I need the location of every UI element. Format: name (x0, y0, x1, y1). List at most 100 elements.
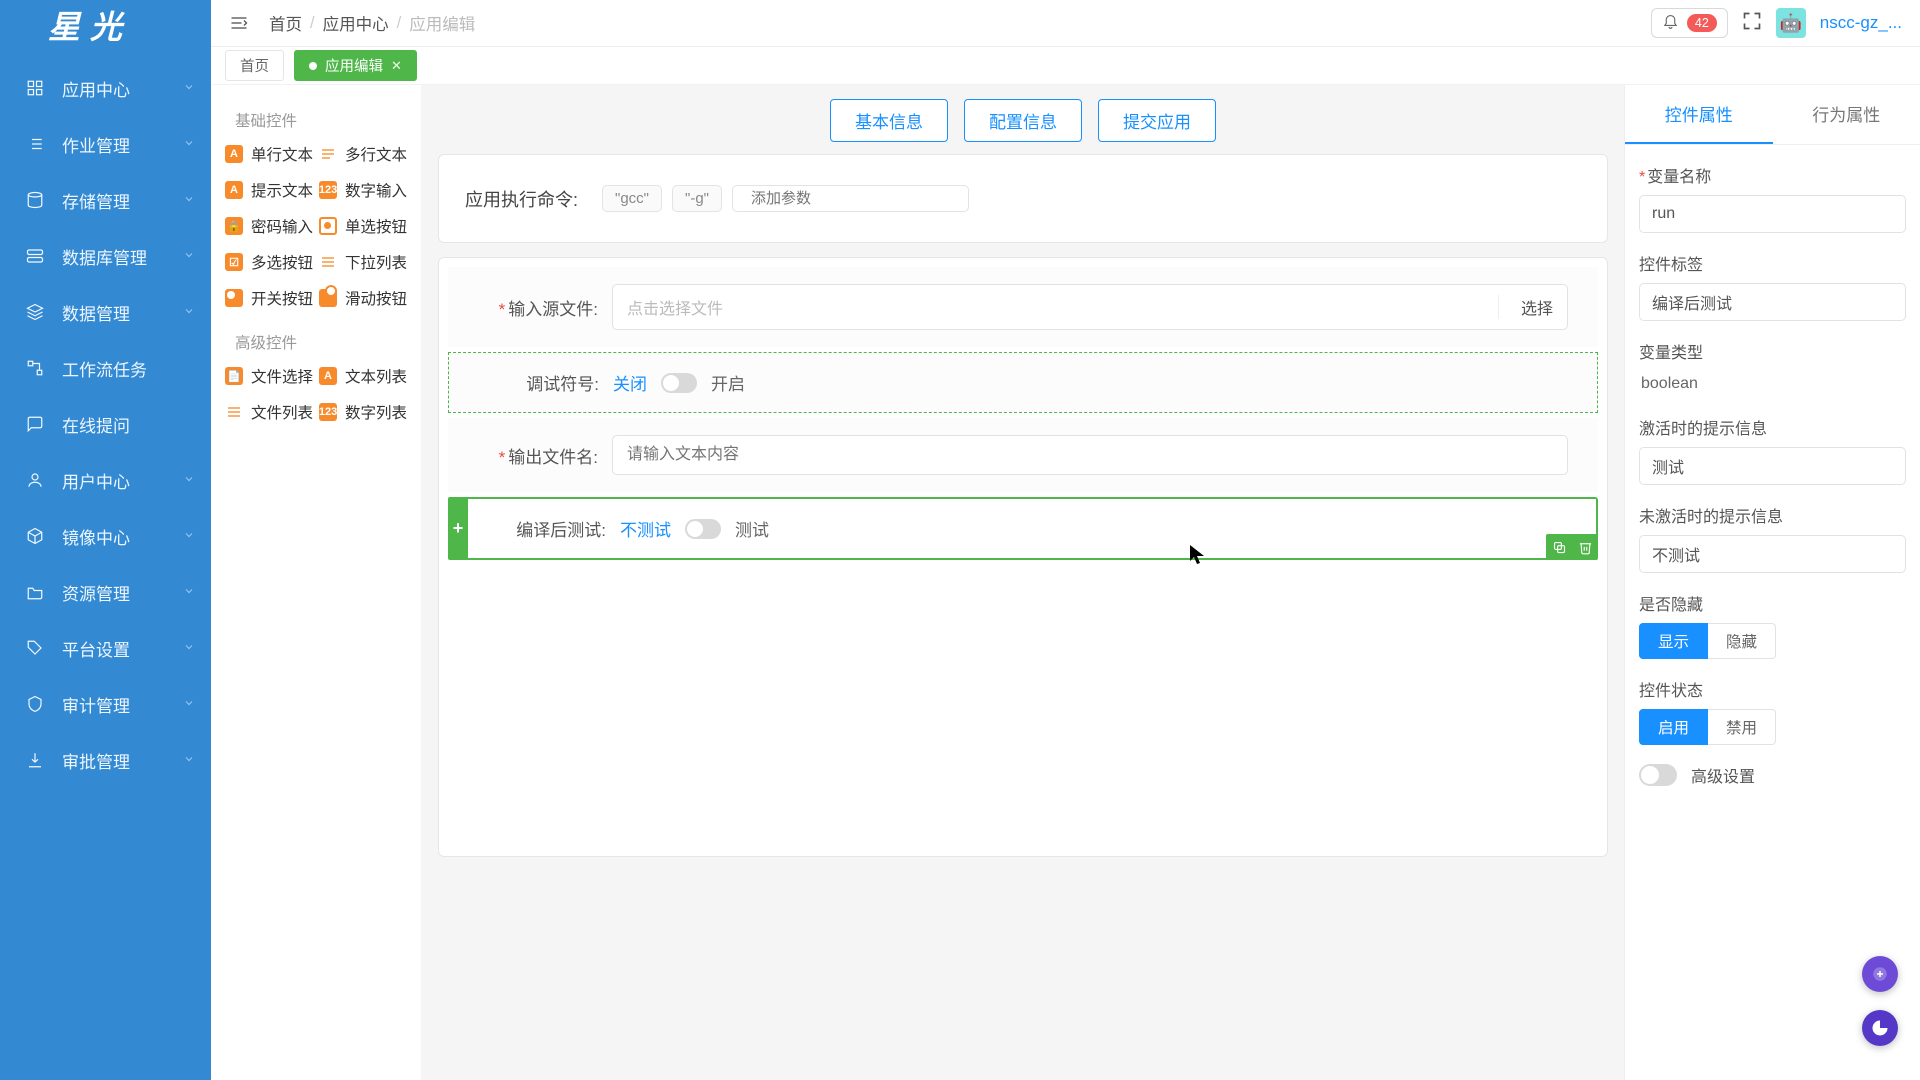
nav-approval[interactable]: 审批管理 (0, 732, 211, 788)
properties-tab-behavior[interactable]: 行为属性 (1773, 85, 1920, 144)
field-input-source[interactable]: *输入源文件: 点击选择文件 选择 (448, 267, 1598, 347)
nav-storage[interactable]: 存储管理 (0, 172, 211, 228)
text-a-icon: A (319, 367, 337, 385)
widget-switch[interactable]: 开关按钮 (225, 287, 313, 309)
widget-label: 多行文本 (345, 143, 407, 165)
properties-panel: 控件属性 行为属性 *变量名称 控件标签 变量类型 boolean 激活时的提示… (1624, 85, 1920, 1080)
state-enable-button[interactable]: 启用 (1639, 709, 1708, 745)
nav-resource[interactable]: 资源管理 (0, 564, 211, 620)
notification-button[interactable]: 42 (1651, 8, 1728, 38)
hidden-hide-button[interactable]: 隐藏 (1708, 623, 1776, 659)
sidebar-collapse-button[interactable] (229, 13, 249, 33)
chevron-down-icon (183, 694, 195, 714)
widget-slider[interactable]: 滑动按钮 (319, 287, 407, 309)
prop-label-inactivehint: 未激活时的提示信息 (1639, 503, 1906, 527)
avatar[interactable]: 🤖 (1776, 8, 1806, 38)
tag-icon (24, 637, 46, 659)
command-chip[interactable]: "-g" (672, 185, 722, 212)
toggle-off-label: 不测试 (620, 516, 671, 541)
widget-password[interactable]: 🔒密码输入 (225, 215, 313, 237)
chevron-down-icon (183, 526, 195, 546)
widget-label: 单行文本 (251, 143, 313, 165)
widget-text-list[interactable]: A 文本列表 (319, 365, 407, 387)
field-debug-flag[interactable]: 调试符号: 关闭 开启 (448, 352, 1598, 413)
file-input[interactable]: 点击选择文件 选择 (612, 284, 1568, 330)
prop-label-vartype: 变量类型 (1639, 339, 1906, 363)
nav-label: 作业管理 (62, 132, 130, 157)
nav-label: 用户中心 (62, 468, 130, 493)
field-output-name[interactable]: *输出文件名: (448, 418, 1598, 492)
nav-images[interactable]: 镜像中心 (0, 508, 211, 564)
nav-app-center[interactable]: 应用中心 (0, 60, 211, 116)
nav-settings[interactable]: 平台设置 (0, 620, 211, 676)
output-input[interactable] (612, 435, 1568, 475)
nav-online-qa[interactable]: 在线提问 (0, 396, 211, 452)
widget-multi-text[interactable]: 多行文本 (319, 143, 407, 165)
breadcrumb-mid[interactable]: 应用中心 (323, 11, 389, 35)
nav-label: 镜像中心 (62, 524, 130, 549)
step-tab-config[interactable]: 配置信息 (964, 99, 1082, 142)
delete-button[interactable] (1572, 534, 1598, 560)
nav-audit[interactable]: 审计管理 (0, 676, 211, 732)
widget-checkbox[interactable]: ☑多选按钮 (225, 251, 313, 273)
command-chip[interactable]: "gcc" (602, 185, 662, 212)
widget-file-list[interactable]: 文件列表 (225, 401, 313, 423)
widget-label: 密码输入 (251, 215, 313, 237)
drag-handle[interactable]: + (448, 497, 468, 560)
state-disable-button[interactable]: 禁用 (1708, 709, 1776, 745)
step-tab-basic[interactable]: 基本信息 (830, 99, 948, 142)
chevron-down-icon (183, 638, 195, 658)
form-builder-area[interactable]: *输入源文件: 点击选择文件 选择 调试符号: 关闭 开启 *输出文件名: (438, 257, 1608, 857)
nav-data[interactable]: 数据管理 (0, 284, 211, 340)
widget-label: 文本列表 (345, 365, 407, 387)
page-tab-edit-app[interactable]: 应用编辑 ✕ (294, 50, 417, 81)
active-hint-input[interactable] (1639, 447, 1906, 485)
widget-single-text[interactable]: A单行文本 (225, 143, 313, 165)
slider-icon (319, 289, 337, 307)
top-header: 首页 / 应用中心 / 应用编辑 42 🤖 nscc-gz_... (211, 0, 1920, 47)
toggle-on-label: 测试 (735, 516, 769, 541)
shield-icon (24, 693, 46, 715)
field-compile-test-selected[interactable]: + 编译后测试: 不测试 测试 (448, 497, 1598, 560)
widget-hint-text[interactable]: A提示文本 (225, 179, 313, 201)
prop-label-widgetlabel: 控件标签 (1639, 251, 1906, 275)
advanced-settings-switch[interactable] (1639, 764, 1677, 786)
number-icon: 123 (319, 403, 337, 421)
nav-workflow[interactable]: 工作流任务 (0, 340, 211, 396)
add-param-input[interactable] (732, 185, 969, 212)
helper-fab-2[interactable] (1862, 1010, 1898, 1046)
breadcrumb-home[interactable]: 首页 (269, 11, 302, 35)
widget-radio[interactable]: 单选按钮 (319, 215, 407, 237)
choose-button[interactable]: 选择 (1498, 295, 1553, 319)
copy-button[interactable] (1546, 534, 1572, 560)
nav-label: 数据库管理 (62, 244, 147, 269)
chevron-down-icon (183, 302, 195, 322)
fullscreen-button[interactable] (1742, 11, 1762, 36)
prop-label-varname: *变量名称 (1639, 163, 1906, 187)
widget-dropdown[interactable]: 下拉列表 (319, 251, 407, 273)
hidden-show-button[interactable]: 显示 (1639, 623, 1708, 659)
nav-label: 应用中心 (62, 76, 130, 101)
step-tab-submit[interactable]: 提交应用 (1098, 99, 1216, 142)
username[interactable]: nscc-gz_... (1820, 13, 1902, 33)
switch-control[interactable] (661, 373, 697, 393)
properties-tab-widget[interactable]: 控件属性 (1625, 85, 1773, 144)
widget-label: 数字输入 (345, 179, 407, 201)
left-sidebar: 星光 应用中心 作业管理 存储管理 数据库管理 数据管理 工作流任务 在线提问 … (0, 0, 211, 1080)
user-icon (24, 469, 46, 491)
floating-action-buttons (1862, 956, 1898, 1046)
list-icon (225, 403, 243, 421)
inactive-hint-input[interactable] (1639, 535, 1906, 573)
helper-fab-1[interactable] (1862, 956, 1898, 992)
widget-number-input[interactable]: 123数字输入 (319, 179, 407, 201)
page-tab-home[interactable]: 首页 (225, 50, 284, 81)
nav-user[interactable]: 用户中心 (0, 452, 211, 508)
var-name-input[interactable] (1639, 195, 1906, 233)
widget-label-input[interactable] (1639, 283, 1906, 321)
nav-database[interactable]: 数据库管理 (0, 228, 211, 284)
widget-file-select[interactable]: 📄文件选择 (225, 365, 313, 387)
switch-control[interactable] (685, 519, 721, 539)
nav-jobs[interactable]: 作业管理 (0, 116, 211, 172)
close-icon[interactable]: ✕ (391, 58, 402, 74)
widget-number-list[interactable]: 123数字列表 (319, 401, 407, 423)
